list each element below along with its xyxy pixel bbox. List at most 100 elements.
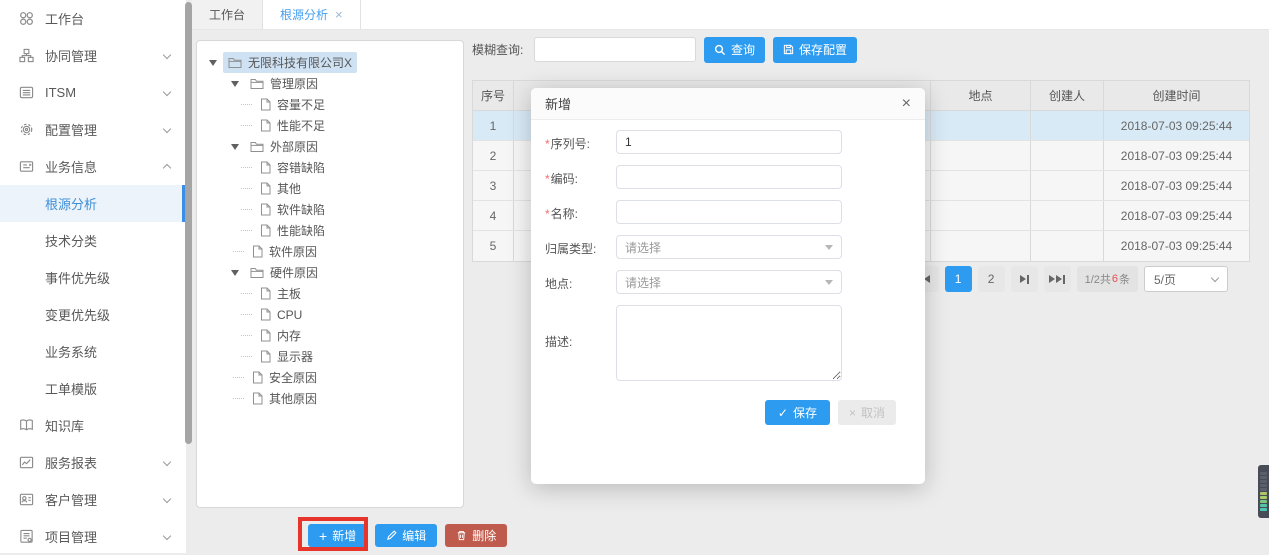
tree-node-folder[interactable]: 硬件原因 xyxy=(197,262,463,283)
cell-creator xyxy=(1030,141,1103,170)
chevron-down-icon xyxy=(1210,273,1220,283)
gear-icon xyxy=(18,122,35,137)
sidebar-item-ticket-template[interactable]: 工单模版 xyxy=(0,370,186,407)
name-field[interactable] xyxy=(616,200,842,224)
widget-stripe xyxy=(1260,472,1267,475)
tab-bar: 工作台 根源分析 × xyxy=(192,0,1269,30)
sidebar-subitem-label: 根源分析 xyxy=(45,197,98,212)
tree-node-label: 软件缺陷 xyxy=(277,203,326,217)
tree-node-leaf[interactable]: 内存 xyxy=(197,325,463,346)
dialog-footer: ✓ 保存 × 取消 xyxy=(531,392,925,425)
field-label: 归属类型: xyxy=(545,242,597,256)
tree-node-leaf[interactable]: 安全原因 xyxy=(197,367,463,388)
dropdown-caret-icon xyxy=(825,279,833,285)
sidebar-scrollbar[interactable] xyxy=(185,2,192,444)
tree-node-leaf[interactable]: 容错缺陷 xyxy=(197,157,463,178)
tab-close-icon[interactable]: × xyxy=(335,0,343,30)
save-icon xyxy=(783,44,794,55)
sidebar-item-knowledge-base[interactable]: 知识库 xyxy=(0,407,186,444)
widget-stripe xyxy=(1260,488,1267,491)
triangle-down-icon[interactable] xyxy=(231,80,239,87)
tree-connector xyxy=(241,125,252,126)
sidebar-subitem-label: 变更优先级 xyxy=(45,308,111,323)
triangle-down-icon[interactable] xyxy=(209,59,217,66)
tree-node-label: 内存 xyxy=(277,329,302,343)
page-size-select[interactable]: 5/页 xyxy=(1144,266,1228,292)
mini-monitor-widget[interactable] xyxy=(1258,465,1269,518)
tree-node-leaf[interactable]: 性能不足 xyxy=(197,115,463,136)
tree-node-leaf[interactable]: CPU xyxy=(197,304,463,325)
sidebar-item-customer-management[interactable]: 客户管理 xyxy=(0,481,186,518)
sidebar-item-business-info[interactable]: 业务信息 xyxy=(0,148,186,185)
file-icon xyxy=(261,182,271,195)
category-select[interactable]: 请选择 xyxy=(616,235,842,259)
sidebar-item-itsm[interactable]: ITSM xyxy=(0,74,186,111)
search-input[interactable] xyxy=(534,37,696,62)
pager-last-button[interactable] xyxy=(1043,266,1071,292)
edit-button[interactable]: 编辑 xyxy=(375,524,438,547)
serial-number-field[interactable] xyxy=(616,130,842,154)
chevron-down-icon xyxy=(162,494,172,503)
sidebar-item-change-priority[interactable]: 变更优先级 xyxy=(0,296,186,333)
cell-creator xyxy=(1030,171,1103,200)
triangle-right-icon xyxy=(1019,275,1026,283)
pager-page-1[interactable]: 1 xyxy=(944,266,972,292)
sidebar-item-root-cause-analysis[interactable]: 根源分析 xyxy=(0,185,186,222)
close-icon[interactable]: × xyxy=(902,95,911,112)
tab-root-cause-analysis[interactable]: 根源分析 × xyxy=(263,0,361,29)
tree-node-label: 外部原因 xyxy=(270,140,319,154)
widget-stripe xyxy=(1260,508,1267,511)
tree-node-leaf[interactable]: 软件缺陷 xyxy=(197,199,463,220)
file-icon xyxy=(261,98,271,111)
tree-node-leaf[interactable]: 其他 xyxy=(197,178,463,199)
pager-next-button[interactable] xyxy=(1010,266,1038,292)
tree-node-leaf[interactable]: 显示器 xyxy=(197,346,463,367)
field-label: 描述: xyxy=(545,335,573,349)
delete-button[interactable]: 删除 xyxy=(445,524,508,547)
location-select[interactable]: 请选择 xyxy=(616,270,842,294)
tree-node-leaf[interactable]: 性能缺陷 xyxy=(197,220,463,241)
widget-stripe xyxy=(1260,480,1267,483)
pager-info-prefix: 1/2共 xyxy=(1084,274,1111,286)
sidebar-item-label: 业务信息 xyxy=(45,160,98,175)
sidebar-item-collaboration[interactable]: 协同管理 xyxy=(0,37,186,74)
description-textarea[interactable] xyxy=(616,305,842,381)
save-config-button[interactable]: 保存配置 xyxy=(773,36,858,63)
sidebar-item-tech-category[interactable]: 技术分类 xyxy=(0,222,186,259)
tree-node-leaf[interactable]: 其他原因 xyxy=(197,388,463,409)
tree-node-leaf[interactable]: 软件原因 xyxy=(197,241,463,262)
sidebar-item-service-reports[interactable]: 服务报表 xyxy=(0,444,186,481)
sidebar-item-project-management[interactable]: 项目管理 xyxy=(0,518,186,555)
add-dialog: 新增 × *序列号: *编码: *名称: 归属类型: 请选择 地点: 请选择 xyxy=(531,88,925,484)
save-config-button-label: 保存配置 xyxy=(799,43,848,57)
tree-node-company[interactable]: 无限科技有限公司X xyxy=(197,52,463,73)
add-button[interactable]: + 新增 xyxy=(308,524,368,547)
widget-stripe xyxy=(1260,504,1267,507)
code-field[interactable] xyxy=(616,165,842,189)
form-row-code: *编码: xyxy=(545,165,911,189)
sidebar-item-incident-priority[interactable]: 事件优先级 xyxy=(0,259,186,296)
sidebar-item-workbench[interactable]: 工作台 xyxy=(0,0,186,37)
query-button[interactable]: 查询 xyxy=(704,36,766,63)
save-button[interactable]: ✓ 保存 xyxy=(764,400,830,425)
trash-icon xyxy=(458,531,466,541)
file-icon xyxy=(261,329,271,342)
tree-node-leaf[interactable]: 主板 xyxy=(197,283,463,304)
save-button-label: 保存 xyxy=(792,406,817,420)
tree-node-leaf[interactable]: 容量不足 xyxy=(197,94,463,115)
triangle-down-icon[interactable] xyxy=(231,143,239,150)
pager-info: 1/2共 6 条 xyxy=(1076,266,1138,292)
tab-label: 根源分析 xyxy=(280,7,329,22)
chevron-down-icon xyxy=(162,50,172,59)
pager-page-2[interactable]: 2 xyxy=(977,266,1005,292)
tree-node-folder[interactable]: 外部原因 xyxy=(197,136,463,157)
tree-node-label: CPU xyxy=(277,307,303,322)
triangle-down-icon[interactable] xyxy=(231,269,239,276)
folder-icon xyxy=(250,141,264,152)
tree-node-folder[interactable]: 管理原因 xyxy=(197,73,463,94)
tab-workbench[interactable]: 工作台 xyxy=(192,0,264,29)
cancel-button[interactable]: × 取消 xyxy=(837,400,896,425)
sidebar-item-business-system[interactable]: 业务系统 xyxy=(0,333,186,370)
sidebar-item-configuration[interactable]: 配置管理 xyxy=(0,111,186,148)
book-icon xyxy=(18,418,35,433)
